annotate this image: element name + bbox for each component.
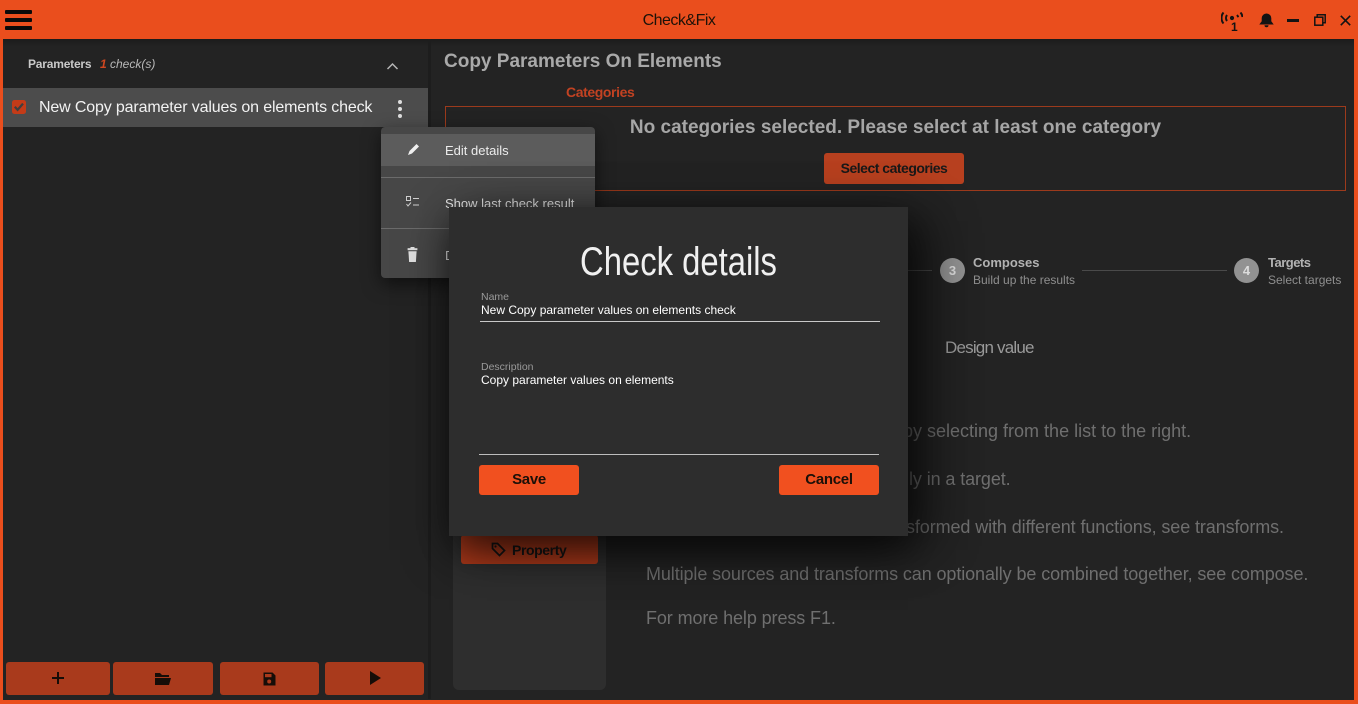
svg-text:1: 1 <box>1231 20 1238 32</box>
